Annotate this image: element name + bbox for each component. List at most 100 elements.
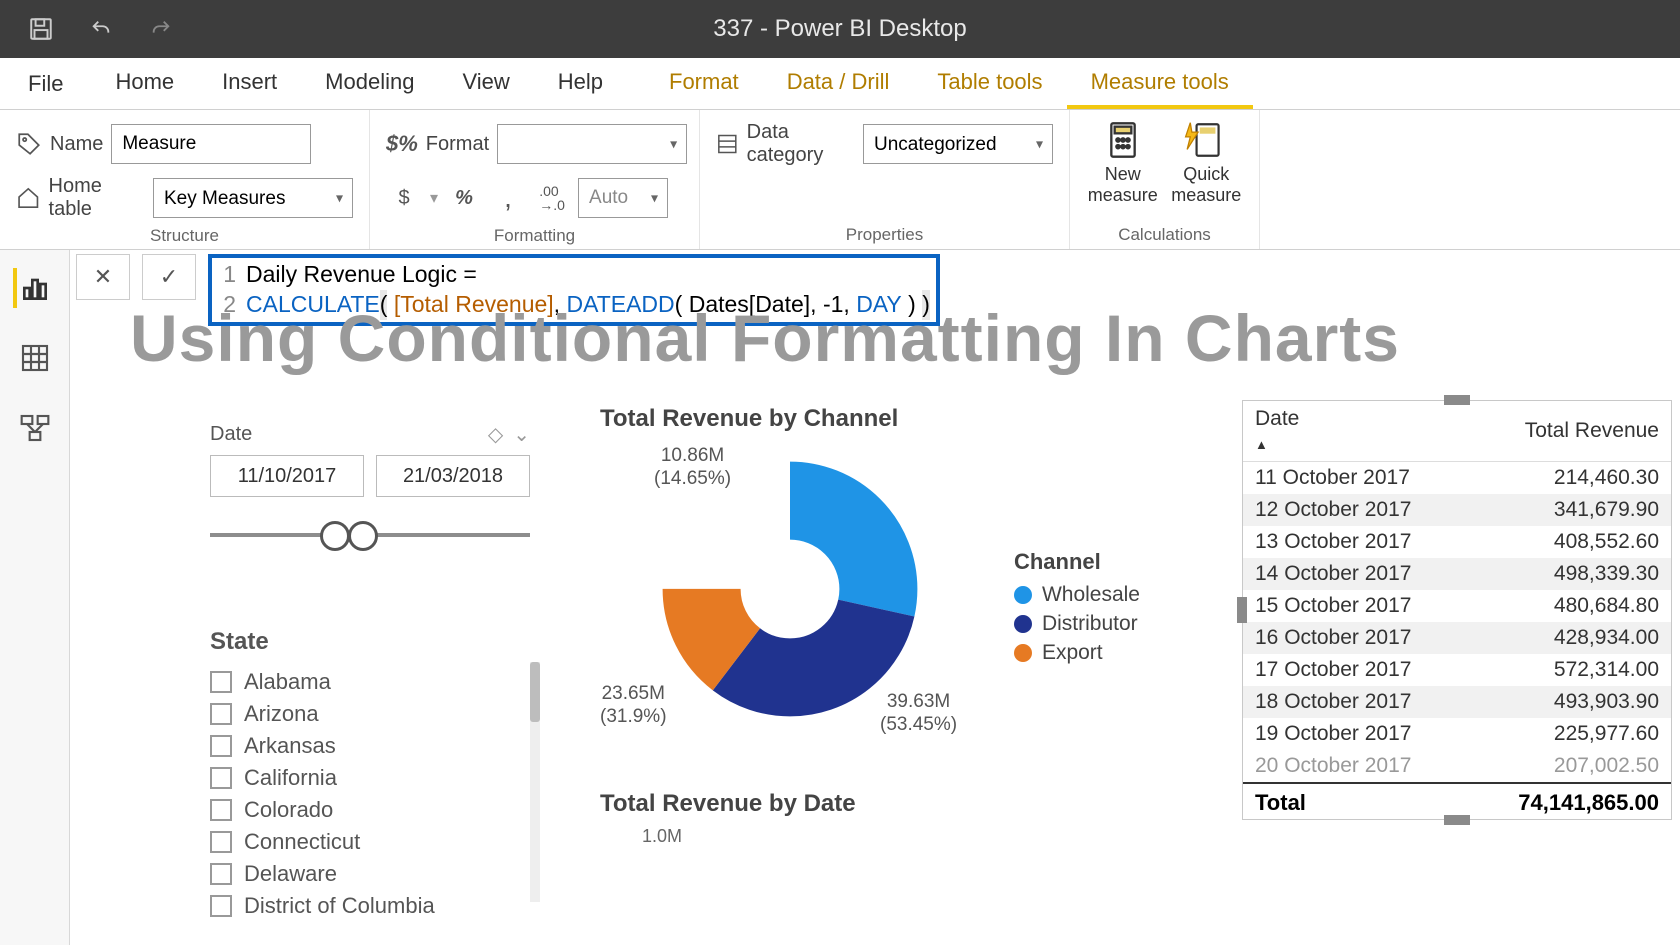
format-select[interactable] bbox=[497, 124, 687, 164]
auto-decimals-input[interactable] bbox=[578, 178, 668, 218]
table-row[interactable]: 12 October 2017341,679.90 bbox=[1243, 494, 1671, 526]
legend-item[interactable]: Export bbox=[1014, 641, 1140, 665]
format-label: Format bbox=[426, 133, 489, 156]
group-formatting-label: Formatting bbox=[386, 222, 683, 246]
line-title: Total Revenue by Date bbox=[600, 790, 1070, 818]
save-icon[interactable] bbox=[22, 10, 60, 48]
report-canvas: ✕ ✓ 1Daily Revenue Logic = 2CALCULATE( [… bbox=[70, 250, 1680, 945]
calculator-lightning-icon bbox=[1184, 118, 1228, 162]
donut-svg bbox=[660, 459, 920, 719]
report-view-icon[interactable] bbox=[13, 268, 53, 308]
tag-icon bbox=[16, 131, 42, 157]
table-header-date[interactable]: Date▲ bbox=[1243, 401, 1471, 462]
tab-format[interactable]: Format bbox=[645, 59, 763, 109]
file-menu[interactable]: File bbox=[0, 59, 91, 109]
checkbox-icon[interactable] bbox=[210, 863, 232, 885]
chevron-down-icon[interactable]: ⌄ bbox=[513, 422, 530, 447]
ribbon: Name Home table Key Measures Structure $… bbox=[0, 110, 1680, 250]
state-item[interactable]: Colorado bbox=[210, 794, 540, 826]
checkbox-icon[interactable] bbox=[210, 895, 232, 917]
table-row[interactable]: 16 October 2017428,934.00 bbox=[1243, 622, 1671, 654]
thousands-button[interactable]: , bbox=[490, 180, 526, 216]
tab-help[interactable]: Help bbox=[534, 59, 627, 109]
state-item[interactable]: Alabama bbox=[210, 666, 540, 698]
table-header-revenue[interactable]: Total Revenue bbox=[1471, 401, 1671, 462]
new-measure-button[interactable]: New measure bbox=[1086, 116, 1160, 205]
tab-insert[interactable]: Insert bbox=[198, 59, 301, 109]
name-label: Name bbox=[50, 133, 103, 156]
donut-label-distributor: 23.65M(31.9%) bbox=[600, 683, 667, 729]
currency-button[interactable]: $ bbox=[386, 180, 422, 216]
data-category-select[interactable]: Uncategorized bbox=[863, 124, 1053, 164]
tab-view[interactable]: View bbox=[438, 59, 533, 109]
redo-icon[interactable] bbox=[142, 10, 180, 48]
data-category-label: Data category bbox=[747, 121, 855, 167]
revenue-table[interactable]: Date▲ Total Revenue 11 October 2017214,4… bbox=[1242, 400, 1672, 820]
calculator-icon bbox=[1101, 118, 1145, 162]
resize-handle-left[interactable] bbox=[1237, 597, 1247, 623]
checkbox-icon[interactable] bbox=[210, 831, 232, 853]
tab-measure-tools[interactable]: Measure tools bbox=[1067, 59, 1253, 109]
checkbox-icon[interactable] bbox=[210, 767, 232, 789]
table-row[interactable]: 18 October 2017493,903.90 bbox=[1243, 686, 1671, 718]
window-title: 337 - Power BI Desktop bbox=[713, 15, 966, 43]
decimals-button[interactable]: .00→.0 bbox=[534, 180, 570, 216]
resize-handle-bottom[interactable] bbox=[1444, 815, 1470, 825]
state-item[interactable]: California bbox=[210, 762, 540, 794]
tab-home[interactable]: Home bbox=[91, 59, 198, 109]
checkbox-icon[interactable] bbox=[210, 799, 232, 821]
tab-data-drill[interactable]: Data / Drill bbox=[763, 59, 914, 109]
state-item[interactable]: Delaware bbox=[210, 858, 540, 890]
model-view-icon[interactable] bbox=[15, 408, 55, 448]
state-item[interactable]: Connecticut bbox=[210, 826, 540, 858]
table-row[interactable]: 17 October 2017572,314.00 bbox=[1243, 654, 1671, 686]
group-structure-label: Structure bbox=[16, 222, 353, 246]
date-slicer-title: Date bbox=[210, 423, 252, 446]
home-table-select[interactable]: Key Measures bbox=[153, 178, 353, 218]
percent-button[interactable]: % bbox=[446, 180, 482, 216]
donut-legend: Channel WholesaleDistributorExport bbox=[1014, 549, 1140, 670]
donut-chart[interactable]: Total Revenue by Channel 10.86M(14.65%) … bbox=[600, 405, 1130, 789]
legend-item[interactable]: Wholesale bbox=[1014, 583, 1140, 607]
data-view-icon[interactable] bbox=[15, 338, 55, 378]
undo-icon[interactable] bbox=[82, 10, 120, 48]
home-table-label: Home table bbox=[49, 175, 145, 221]
donut-label-wholesale: 39.63M(53.45%) bbox=[880, 691, 957, 737]
date-to-input[interactable]: 21/03/2018 bbox=[376, 455, 530, 497]
eraser-icon[interactable]: ◇ bbox=[488, 422, 503, 447]
legend-item[interactable]: Distributor bbox=[1014, 612, 1140, 636]
donut-label-export: 10.86M(14.65%) bbox=[654, 445, 731, 491]
table-row[interactable]: 20 October 2017207,002.50 bbox=[1243, 750, 1671, 782]
tab-modeling[interactable]: Modeling bbox=[301, 59, 438, 109]
formula-commit-button[interactable]: ✓ bbox=[142, 254, 196, 300]
donut-title: Total Revenue by Channel bbox=[600, 405, 1130, 433]
checkbox-icon[interactable] bbox=[210, 671, 232, 693]
home-icon bbox=[16, 185, 41, 211]
category-icon bbox=[716, 131, 739, 157]
format-icon: $% bbox=[386, 131, 418, 157]
date-range-slider[interactable] bbox=[210, 515, 530, 555]
measure-name-input[interactable] bbox=[111, 124, 311, 164]
table-row[interactable]: 15 October 2017480,684.80 bbox=[1243, 590, 1671, 622]
state-item[interactable]: Arizona bbox=[210, 698, 540, 730]
title-bar: 337 - Power BI Desktop bbox=[0, 0, 1680, 58]
table-row[interactable]: 19 October 2017225,977.60 bbox=[1243, 718, 1671, 750]
formula-cancel-button[interactable]: ✕ bbox=[76, 254, 130, 300]
date-slicer[interactable]: Date ◇ ⌄ 11/10/2017 21/03/2018 bbox=[210, 422, 530, 555]
date-from-input[interactable]: 11/10/2017 bbox=[210, 455, 364, 497]
state-item[interactable]: Arkansas bbox=[210, 730, 540, 762]
checkbox-icon[interactable] bbox=[210, 703, 232, 725]
table-row[interactable]: 13 October 2017408,552.60 bbox=[1243, 526, 1671, 558]
state-scrollbar[interactable] bbox=[530, 662, 540, 902]
state-slicer[interactable]: State AlabamaArizonaArkansasCaliforniaCo… bbox=[210, 628, 540, 922]
state-item[interactable]: District of Columbia bbox=[210, 890, 540, 922]
table-row[interactable]: 11 October 2017214,460.30 bbox=[1243, 462, 1671, 495]
tab-table-tools[interactable]: Table tools bbox=[913, 59, 1066, 109]
state-slicer-title: State bbox=[210, 628, 540, 656]
line-y-tick: 1.0M bbox=[642, 826, 682, 847]
resize-handle-top[interactable] bbox=[1444, 395, 1470, 405]
checkbox-icon[interactable] bbox=[210, 735, 232, 757]
quick-measure-button[interactable]: Quick measure bbox=[1170, 116, 1244, 205]
line-chart[interactable]: Total Revenue by Date 1.0M bbox=[600, 790, 1070, 834]
table-row[interactable]: 14 October 2017498,339.30 bbox=[1243, 558, 1671, 590]
